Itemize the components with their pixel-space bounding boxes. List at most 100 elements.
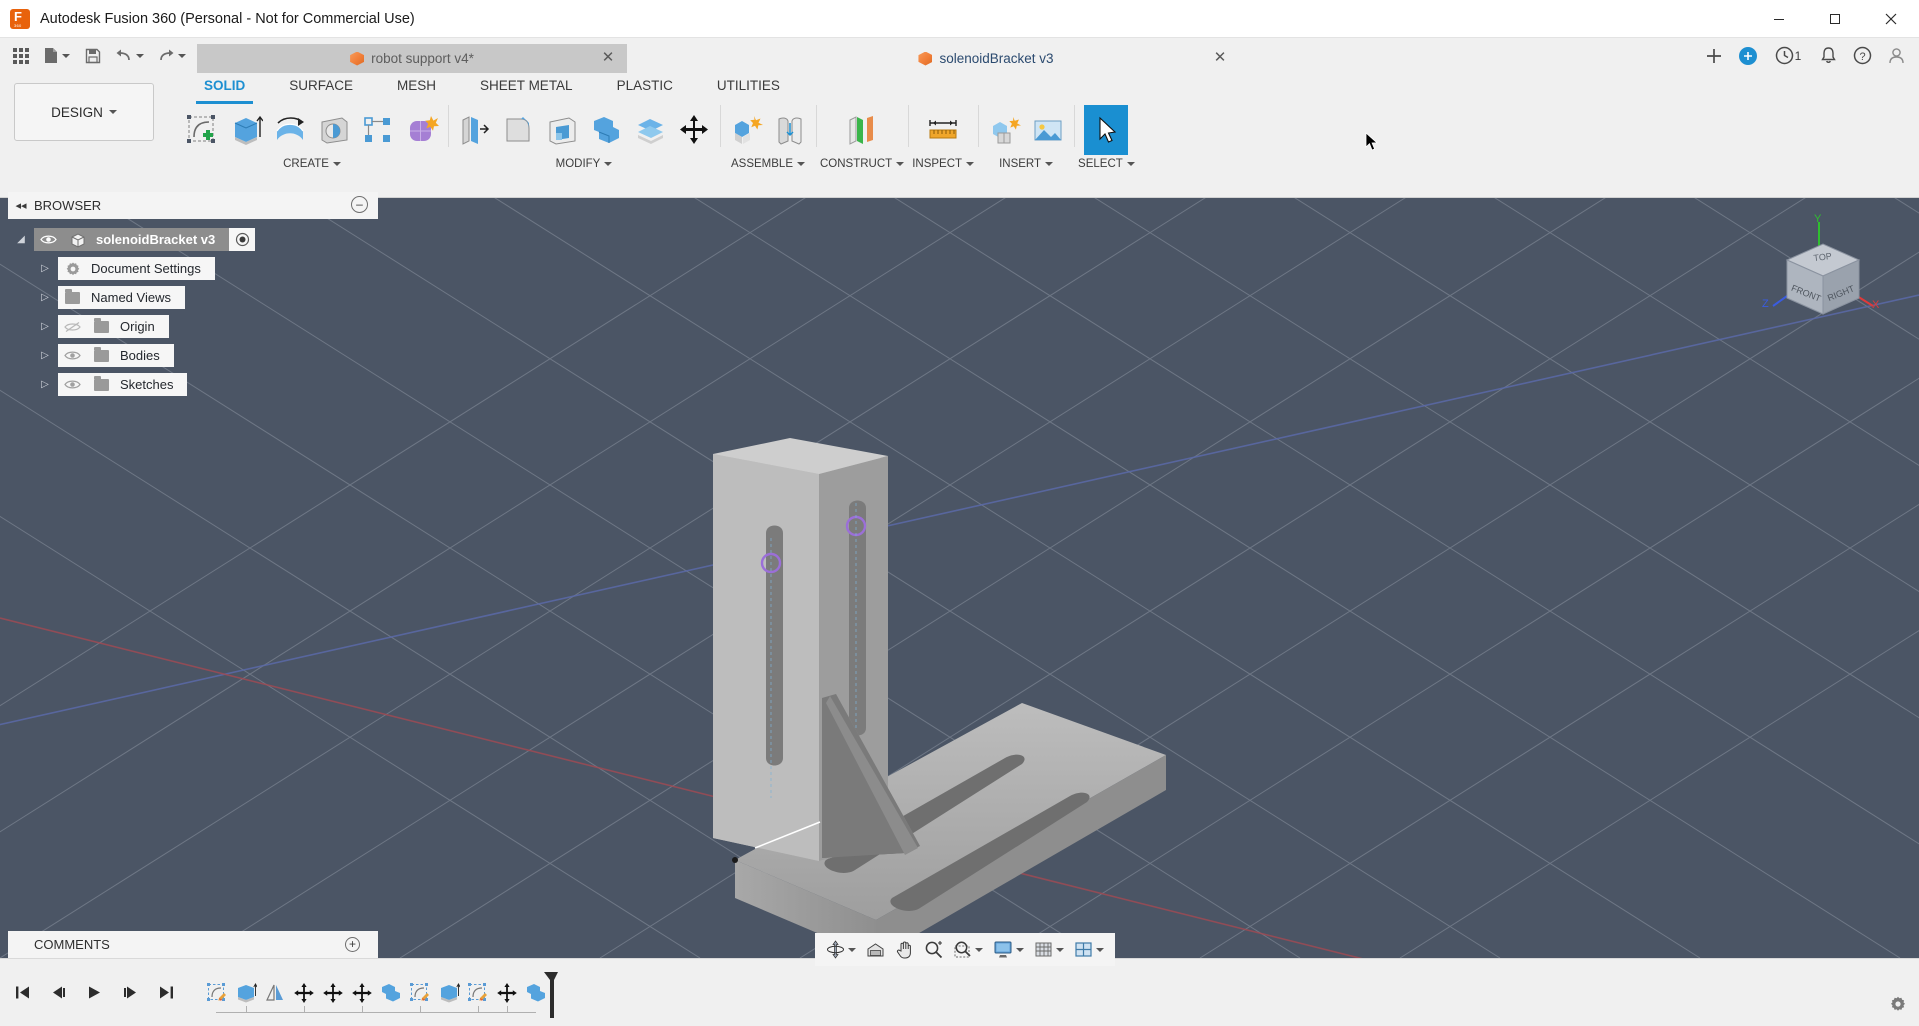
- fillet-button[interactable]: [496, 105, 540, 155]
- revolve-button[interactable]: [268, 105, 312, 155]
- eye-hidden-icon[interactable]: [58, 321, 87, 333]
- chevron-down-icon[interactable]: [848, 947, 856, 952]
- timeline-feature-mirror-1[interactable]: [260, 976, 289, 1010]
- timeline-feature-combine-1[interactable]: [376, 976, 405, 1010]
- timeline-play-button[interactable]: [80, 979, 108, 1007]
- chevron-down-icon[interactable]: [1096, 947, 1104, 952]
- document-tab-solenoidbracket[interactable]: solenoidBracket v3 ✕: [751, 44, 1226, 73]
- minimize-button[interactable]: [1751, 0, 1807, 38]
- panel-assemble-label[interactable]: ASSEMBLE: [731, 153, 805, 175]
- help-button[interactable]: ?: [1845, 38, 1879, 73]
- timeline-feature-sketch-1[interactable]: [202, 976, 231, 1010]
- select-button[interactable]: [1084, 105, 1129, 155]
- redo-button[interactable]: [150, 38, 192, 73]
- timeline-step-back-button[interactable]: [44, 979, 72, 1007]
- offset-plane-button[interactable]: [840, 105, 884, 155]
- tree-item-named-views[interactable]: Named Views: [58, 286, 185, 309]
- tab-sheet-metal[interactable]: SHEET METAL: [458, 73, 595, 101]
- tree-row-root[interactable]: ◢ solenoidBracket v3: [8, 225, 256, 254]
- look-at-button[interactable]: [861, 933, 890, 966]
- panel-select-label[interactable]: SELECT: [1078, 153, 1135, 175]
- timeline-settings-gear-icon[interactable]: [1889, 995, 1907, 1018]
- timeline-feature-sketch-3[interactable]: [463, 976, 492, 1010]
- create-sketch-button[interactable]: [180, 105, 224, 155]
- grid-snaps-button[interactable]: [1029, 933, 1069, 966]
- move-copy-button[interactable]: [672, 105, 716, 155]
- tree-item-solenoidbracket[interactable]: solenoidBracket v3: [34, 228, 230, 251]
- view-cube[interactable]: Y Z X TOP FRONT RIGHT: [1759, 213, 1889, 332]
- chevron-down-icon[interactable]: [1016, 947, 1024, 952]
- shell-button[interactable]: [540, 105, 584, 155]
- collapse-left-icon[interactable]: ◂◂: [8, 199, 34, 212]
- undo-button[interactable]: [108, 38, 150, 73]
- tree-item-sketches[interactable]: Sketches: [58, 373, 188, 396]
- show-data-panel-button[interactable]: [6, 38, 36, 73]
- hole-button[interactable]: [312, 105, 356, 155]
- zoom-button[interactable]: [919, 933, 948, 966]
- tree-row-origin[interactable]: ▷ Origin: [8, 312, 255, 341]
- timeline-feature-move-3[interactable]: [347, 976, 376, 1010]
- eye-visible-icon[interactable]: [58, 379, 87, 390]
- job-status-button[interactable]: 1: [1765, 38, 1811, 73]
- chevron-down-icon[interactable]: [1056, 947, 1064, 952]
- expand-arrow-icon[interactable]: ▷: [32, 292, 58, 303]
- tree-row-bodies[interactable]: ▷ Bodies: [8, 341, 255, 370]
- tree-row-document-settings[interactable]: ▷ Document Settings: [8, 254, 255, 283]
- chevron-down-icon[interactable]: [975, 947, 983, 952]
- tree-row-named-views[interactable]: ▷ Named Views: [8, 283, 255, 312]
- tab-mesh[interactable]: MESH: [375, 73, 458, 101]
- panel-inspect-label[interactable]: INSPECT: [912, 153, 975, 175]
- tab-solid[interactable]: SOLID: [182, 73, 267, 104]
- combine-button[interactable]: [584, 105, 628, 155]
- timeline-feature-extrude-2[interactable]: [434, 976, 463, 1010]
- panel-construct-label[interactable]: CONSTRUCT: [820, 153, 905, 175]
- account-button[interactable]: [1879, 38, 1913, 73]
- rib-button[interactable]: [356, 105, 400, 155]
- form-button[interactable]: [400, 105, 444, 155]
- document-tab-robot-support[interactable]: robot support v4* ✕: [197, 44, 627, 73]
- add-tab-button[interactable]: [1697, 38, 1731, 73]
- expand-arrow-icon[interactable]: ◢: [8, 234, 34, 245]
- expand-arrow-icon[interactable]: ▷: [32, 350, 58, 361]
- minimize-panel-icon[interactable]: –: [351, 196, 368, 213]
- timeline-feature-move-1[interactable]: [289, 976, 318, 1010]
- timeline-track[interactable]: [216, 1011, 536, 1013]
- pan-button[interactable]: [890, 933, 919, 966]
- close-icon[interactable]: ✕: [1213, 50, 1227, 65]
- display-settings-button[interactable]: [988, 933, 1029, 966]
- tab-surface[interactable]: SURFACE: [267, 73, 375, 101]
- tree-item-origin[interactable]: Origin: [58, 315, 169, 338]
- timeline-step-forward-button[interactable]: [116, 979, 144, 1007]
- panel-create-label[interactable]: CREATE: [283, 153, 341, 175]
- extensions-button[interactable]: [1731, 38, 1765, 73]
- tree-item-bodies[interactable]: Bodies: [58, 344, 174, 367]
- file-menu-button[interactable]: [36, 38, 78, 73]
- notifications-button[interactable]: [1811, 38, 1845, 73]
- panel-insert-label[interactable]: INSERT: [999, 153, 1054, 175]
- extrude-button[interactable]: [224, 105, 268, 155]
- timeline-feature-extrude-1[interactable]: [231, 976, 260, 1010]
- expand-arrow-icon[interactable]: ▷: [32, 379, 58, 390]
- viewports-button[interactable]: [1069, 933, 1109, 966]
- press-pull-button[interactable]: [452, 105, 496, 155]
- save-button[interactable]: [78, 38, 108, 73]
- tab-plastic[interactable]: PLASTIC: [595, 73, 695, 101]
- close-button[interactable]: [1863, 0, 1919, 38]
- expand-arrow-icon[interactable]: ▷: [32, 263, 58, 274]
- tree-item-document-settings[interactable]: Document Settings: [58, 257, 215, 280]
- offset-face-button[interactable]: [628, 105, 672, 155]
- timeline-feature-move-2[interactable]: [318, 976, 347, 1010]
- timeline-feature-move-4[interactable]: [492, 976, 521, 1010]
- add-comment-icon[interactable]: +: [345, 937, 360, 952]
- workspace-selector[interactable]: DESIGN: [14, 83, 154, 141]
- measure-button[interactable]: [921, 105, 965, 155]
- timeline-feature-sketch-2[interactable]: [405, 976, 434, 1010]
- panel-modify-label[interactable]: MODIFY: [556, 153, 613, 175]
- expand-arrow-icon[interactable]: ▷: [32, 321, 58, 332]
- eye-visible-icon[interactable]: [58, 350, 87, 361]
- new-component-button[interactable]: [724, 105, 768, 155]
- comments-panel-header[interactable]: COMMENTS +: [8, 931, 378, 958]
- close-icon[interactable]: ✕: [601, 50, 615, 65]
- decal-button[interactable]: [1026, 105, 1070, 155]
- insert-derive-button[interactable]: [982, 105, 1026, 155]
